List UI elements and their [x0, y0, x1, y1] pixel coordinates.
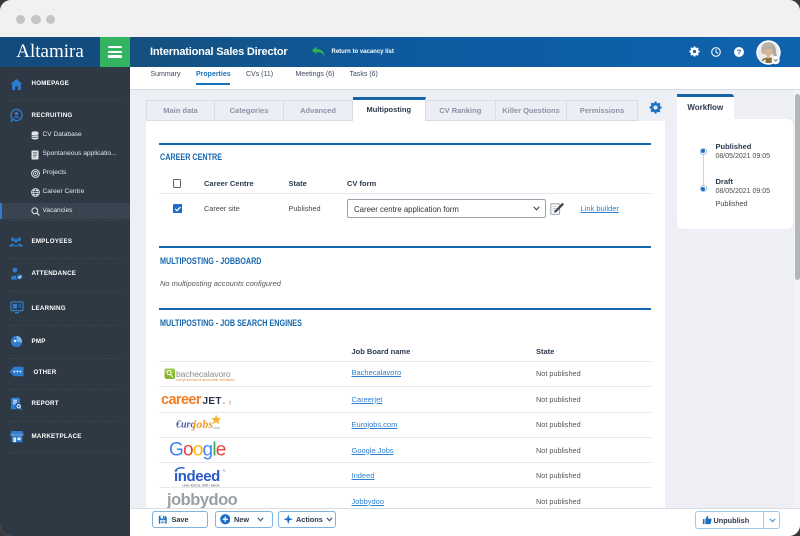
svg-text:it: it [229, 400, 232, 406]
svg-text:indeed: indeed [174, 468, 220, 485]
svg-text:?: ? [737, 47, 742, 56]
svg-text:Google: Google [169, 440, 226, 461]
svg-text:una ricerca, tutti i lavori.: una ricerca, tutti i lavori. [183, 484, 221, 488]
svg-text:tutti gli annunci di lavoro de: tutti gli annunci di lavoro delle reti i… [177, 378, 235, 382]
svg-text:JET: JET [203, 396, 222, 407]
svg-text:.: . [223, 396, 226, 407]
svg-text:career: career [161, 392, 202, 408]
svg-text:®: ® [223, 468, 226, 473]
svg-text:.com: .com [213, 426, 221, 430]
svg-text:jobbydoo: jobbydoo [167, 491, 237, 508]
svg-text:jobs: jobs [191, 417, 213, 431]
